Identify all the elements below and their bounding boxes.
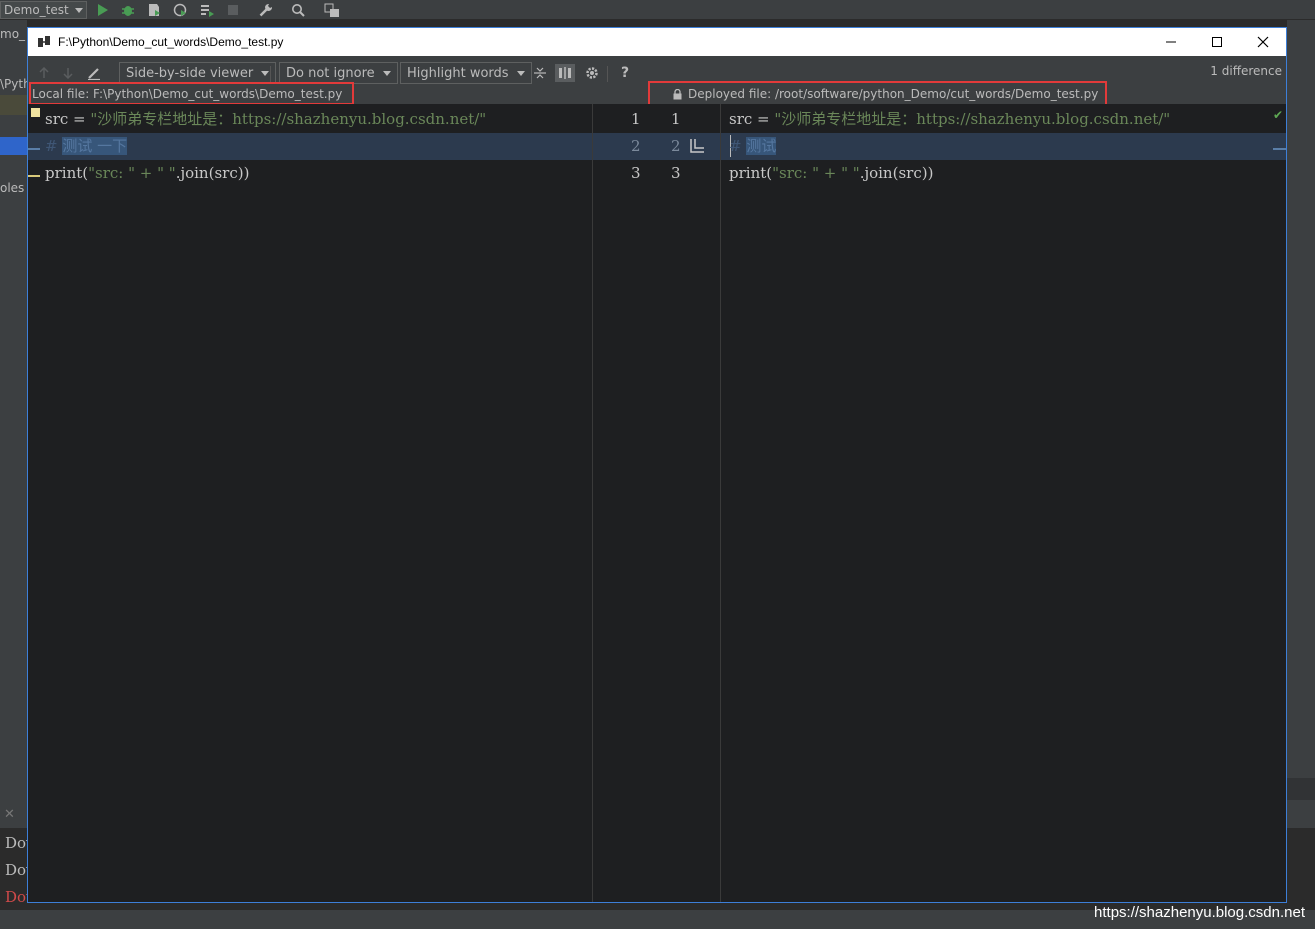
next-difference-icon[interactable] xyxy=(58,64,78,82)
line-number-right: 2 xyxy=(671,137,681,155)
project-fragment: mo_ xyxy=(0,27,26,41)
line-number-right: 1 xyxy=(671,110,681,128)
project-fragment: \Pyth xyxy=(0,77,27,91)
code-line-2: # 测试 xyxy=(729,137,777,155)
line-number-left: 3 xyxy=(631,164,641,182)
line-number-left: 2 xyxy=(631,137,641,155)
line-marker xyxy=(1273,148,1286,150)
watermark-text: https://shazhenyu.blog.csdn.net xyxy=(1094,904,1305,921)
changed-word: 测试 一下 xyxy=(62,137,128,155)
line-number-right: 3 xyxy=(671,164,681,182)
run-icon[interactable] xyxy=(95,2,111,18)
code-line-1: src = "沙师弟专栏地址是：https://shazhenyu.blog.c… xyxy=(45,110,487,128)
difference-count: 1 difference xyxy=(1210,64,1282,78)
changed-word: 测试 xyxy=(746,137,777,155)
chevron-down-icon xyxy=(74,7,83,13)
apply-change-icon[interactable] xyxy=(689,138,705,157)
run-list-icon[interactable] xyxy=(199,2,215,18)
check-icon: ✔ xyxy=(1273,108,1284,122)
chevron-down-icon xyxy=(382,70,391,76)
code-line-3: print("src: " + " ".join(src)) xyxy=(45,164,250,182)
ignore-dropdown[interactable]: Do not ignore xyxy=(279,62,398,84)
maximize-button[interactable] xyxy=(1194,28,1240,56)
right-editor[interactable]: ✔ src = "沙师弟专栏地址是：https://shazhenyu.blog… xyxy=(721,104,1286,902)
diff-dialog: F:\Python\Demo_cut_words\Demo_test.py Si… xyxy=(27,27,1287,903)
help-button[interactable]: ? xyxy=(615,64,635,82)
project-fragment: oles xyxy=(0,181,25,195)
settings-gear-icon[interactable] xyxy=(582,64,602,82)
search-icon[interactable] xyxy=(290,2,306,18)
left-editor[interactable]: src = "沙师弟专栏地址是：https://shazhenyu.blog.c… xyxy=(28,104,592,902)
code-line-1: src = "沙师弟专栏地址是：https://shazhenyu.blog.c… xyxy=(729,110,1171,128)
viewer-label: Side-by-side viewer xyxy=(126,65,254,81)
line-marker xyxy=(28,148,40,150)
debug-icon[interactable] xyxy=(120,2,136,18)
sync-scroll-icon[interactable] xyxy=(555,64,575,82)
profile-icon[interactable] xyxy=(172,2,188,18)
code-line-3: print("src: " + " ".join(src)) xyxy=(729,164,934,182)
ignore-label: Do not ignore xyxy=(286,65,375,81)
changed-line-right xyxy=(721,133,1286,160)
minimize-button[interactable] xyxy=(1148,28,1194,56)
line-number-gutter: 1 2 3 1 2 3 xyxy=(592,104,721,902)
toolbar-separator xyxy=(607,66,608,82)
chevron-down-icon xyxy=(516,70,525,76)
highlight-box-deployed xyxy=(648,81,1107,106)
close-button[interactable] xyxy=(1240,28,1286,56)
run-config-dropdown[interactable]: Demo_test xyxy=(0,1,87,19)
selected-file-row xyxy=(0,137,27,155)
run-config-label: Demo_test xyxy=(4,3,69,17)
selected-row xyxy=(0,95,27,115)
ide-right-strip xyxy=(1287,20,1315,910)
previous-difference-icon[interactable] xyxy=(34,64,54,82)
line-number-left: 1 xyxy=(631,110,641,128)
change-marker xyxy=(31,108,40,117)
close-icon[interactable]: ✕ xyxy=(4,807,15,822)
diff-window-icon xyxy=(37,34,53,50)
wrench-icon[interactable] xyxy=(258,2,274,18)
ide-project-panel: mo_ \Pyth oles xyxy=(0,20,27,910)
dialog-title: F:\Python\Demo_cut_words\Demo_test.py xyxy=(58,35,284,49)
toolbar-separator xyxy=(270,66,271,82)
line-marker xyxy=(28,175,40,177)
highlight-label: Highlight words xyxy=(407,65,509,81)
sdk-icon[interactable] xyxy=(324,2,340,18)
stop-icon[interactable] xyxy=(225,2,241,18)
coverage-icon[interactable] xyxy=(146,2,162,18)
highlight-box-local xyxy=(29,82,354,105)
collapse-unchanged-icon[interactable] xyxy=(530,64,550,82)
chevron-down-icon xyxy=(261,70,270,76)
ide-main-toolbar: Demo_test xyxy=(0,0,1315,20)
dialog-titlebar: F:\Python\Demo_cut_words\Demo_test.py xyxy=(28,28,1286,56)
viewer-dropdown[interactable]: Side-by-side viewer xyxy=(119,62,277,84)
edit-source-icon[interactable] xyxy=(84,64,104,82)
code-line-2: # 测试 一下 xyxy=(45,137,128,155)
highlight-dropdown[interactable]: Highlight words xyxy=(400,62,532,84)
